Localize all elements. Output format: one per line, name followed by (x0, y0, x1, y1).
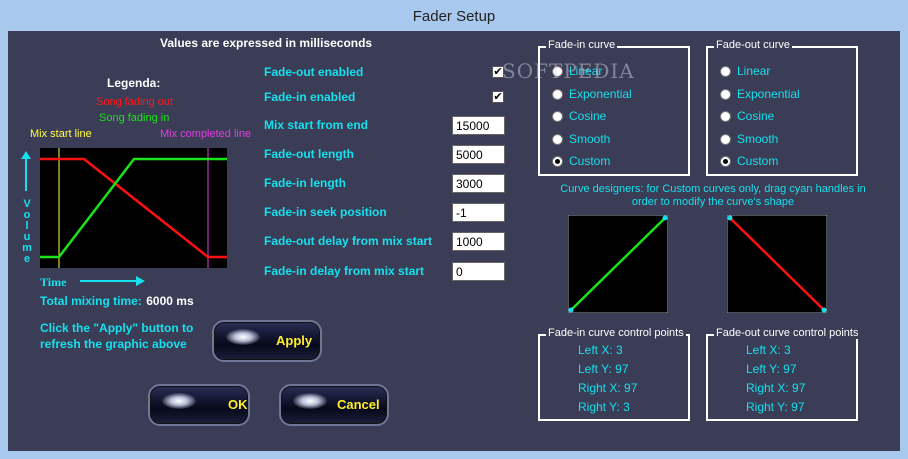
fade-out-cp-title: Fade-out curve control points (714, 327, 861, 339)
fade-out-curve-group: Fade-out curve Linear Exponential Cosine… (706, 39, 858, 176)
fade-in-delay-input[interactable]: 0 (452, 262, 505, 281)
legend-mix-completed-line: Mix completed line (160, 128, 252, 140)
fade-out-left-y: Left Y: 97 (746, 362, 797, 376)
radio-icon (552, 110, 563, 122)
cancel-button[interactable]: Cancel (279, 384, 389, 426)
window-title: Fader Setup (412, 8, 496, 25)
radio-icon (720, 88, 731, 100)
fade-in-right-y: Right Y: 3 (578, 400, 630, 414)
radio-label: Exponential (737, 87, 800, 101)
fade-out-left-handle[interactable] (727, 215, 733, 221)
fade-out-left-x: Left X: 3 (746, 343, 791, 357)
radio-label: Smooth (737, 132, 779, 146)
radio-label: Cosine (737, 109, 775, 123)
units-note: Values are expressed in milliseconds (160, 36, 373, 50)
fade-out-right-y: Right Y: 97 (746, 400, 805, 414)
volume-axis-label: V o l u m e (20, 199, 34, 265)
fade-in-option-custom[interactable]: Custom (552, 152, 610, 170)
radio-label: Smooth (569, 132, 611, 146)
button-shine-icon (293, 393, 327, 409)
radio-icon (552, 88, 563, 100)
fade-in-right-handle[interactable] (662, 215, 668, 221)
fade-in-option-exponential[interactable]: Exponential (552, 85, 632, 103)
softpedia-watermark: SOFTPEDIA (502, 59, 635, 83)
fade-in-left-x: Left X: 3 (578, 343, 623, 357)
fade-out-curve-designer[interactable] (727, 215, 827, 313)
radio-icon (552, 133, 563, 145)
apply-hint: Click the "Apply" button to refresh the … (40, 321, 194, 351)
fade-out-option-smooth[interactable]: Smooth (720, 130, 778, 148)
radio-label: Cosine (569, 109, 607, 123)
legend-title: Legenda: (107, 76, 161, 90)
fade-in-length-label: Fade-in length (264, 176, 346, 190)
fade-out-curve-title: Fade-out curve (714, 39, 792, 51)
fade-out-option-linear[interactable]: Linear (720, 62, 770, 80)
cancel-button-label: Cancel (337, 397, 380, 412)
fade-in-option-smooth[interactable]: Smooth (552, 130, 610, 148)
fade-out-option-exponential[interactable]: Exponential (720, 85, 800, 103)
curve-designers-note: Curve designers: for Custom curves only,… (560, 183, 866, 208)
fade-out-delay-label: Fade-out delay from mix start (264, 234, 433, 248)
fade-out-delay-input[interactable]: 1000 (452, 232, 505, 251)
radio-selected-icon (720, 155, 731, 167)
fade-out-right-handle[interactable] (821, 307, 827, 313)
radio-label: Custom (737, 154, 779, 168)
mixing-graph (40, 148, 227, 268)
fade-in-control-points-group: Fade-in curve control points Left X: 3 L… (538, 327, 690, 421)
time-arrow-icon (80, 276, 145, 286)
ok-button[interactable]: OK (148, 384, 250, 426)
fade-in-delay-label: Fade-in delay from mix start (264, 264, 425, 278)
button-shine-icon (162, 393, 196, 409)
apply-button-label: Apply (276, 333, 313, 348)
legend-song-fading-in: Song fading in (99, 112, 170, 124)
radio-label: Linear (737, 64, 771, 78)
fade-in-seek-position-input[interactable]: -1 (452, 203, 505, 222)
fade-in-left-handle[interactable] (568, 307, 574, 313)
client-area: Values are expressed in milliseconds Leg… (8, 31, 900, 451)
radio-icon (720, 110, 731, 122)
fade-in-seek-position-label: Fade-in seek position (264, 205, 387, 219)
fade-in-enabled-label: Fade-in enabled (264, 90, 356, 104)
fade-in-option-cosine[interactable]: Cosine (552, 107, 606, 125)
fade-in-enabled-checkbox[interactable]: ✔ (492, 91, 504, 103)
fade-out-control-points-group: Fade-out curve control points Left X: 3 … (706, 327, 861, 421)
fade-in-cp-title: Fade-in curve control points (546, 327, 686, 339)
time-axis-label: Time (40, 275, 67, 289)
apply-button[interactable]: Apply (212, 320, 322, 362)
radio-label: Custom (569, 154, 611, 168)
fade-out-length-label: Fade-out length (264, 147, 354, 161)
legend-mix-start-line: Mix start line (30, 128, 92, 140)
fade-out-right-x: Right X: 97 (746, 381, 806, 395)
mix-start-from-end-input[interactable]: 15000 (452, 116, 505, 135)
fade-out-length-input[interactable]: 5000 (452, 145, 505, 164)
title-bar[interactable]: Fader Setup (0, 0, 908, 31)
fader-setup-window: Fader Setup Values are expressed in mill… (0, 0, 908, 459)
volume-letter: e (23, 253, 31, 265)
button-shine-icon (226, 329, 260, 345)
radio-selected-icon (552, 155, 563, 167)
total-mixing-time: Total mixing time: 6000 ms (40, 292, 194, 310)
fade-in-curve-designer[interactable] (568, 215, 668, 313)
fade-out-enabled-label: Fade-out enabled (264, 65, 364, 79)
total-mixing-label: Total mixing time: (40, 294, 142, 308)
radio-label: Exponential (569, 87, 632, 101)
fade-in-left-y: Left Y: 97 (578, 362, 629, 376)
ok-button-label: OK (228, 397, 248, 412)
fade-in-curve-title: Fade-in curve (546, 39, 618, 51)
legend-song-fading-out: Song fading out (96, 96, 174, 108)
fade-in-right-x: Right X: 97 (578, 381, 638, 395)
mix-start-from-end-label: Mix start from end (264, 118, 369, 132)
radio-icon (720, 65, 731, 77)
radio-icon (720, 133, 731, 145)
fade-out-option-cosine[interactable]: Cosine (720, 107, 774, 125)
fade-out-option-custom[interactable]: Custom (720, 152, 778, 170)
total-mixing-value: 6000 ms (146, 294, 194, 308)
fade-in-length-input[interactable]: 3000 (452, 174, 505, 193)
